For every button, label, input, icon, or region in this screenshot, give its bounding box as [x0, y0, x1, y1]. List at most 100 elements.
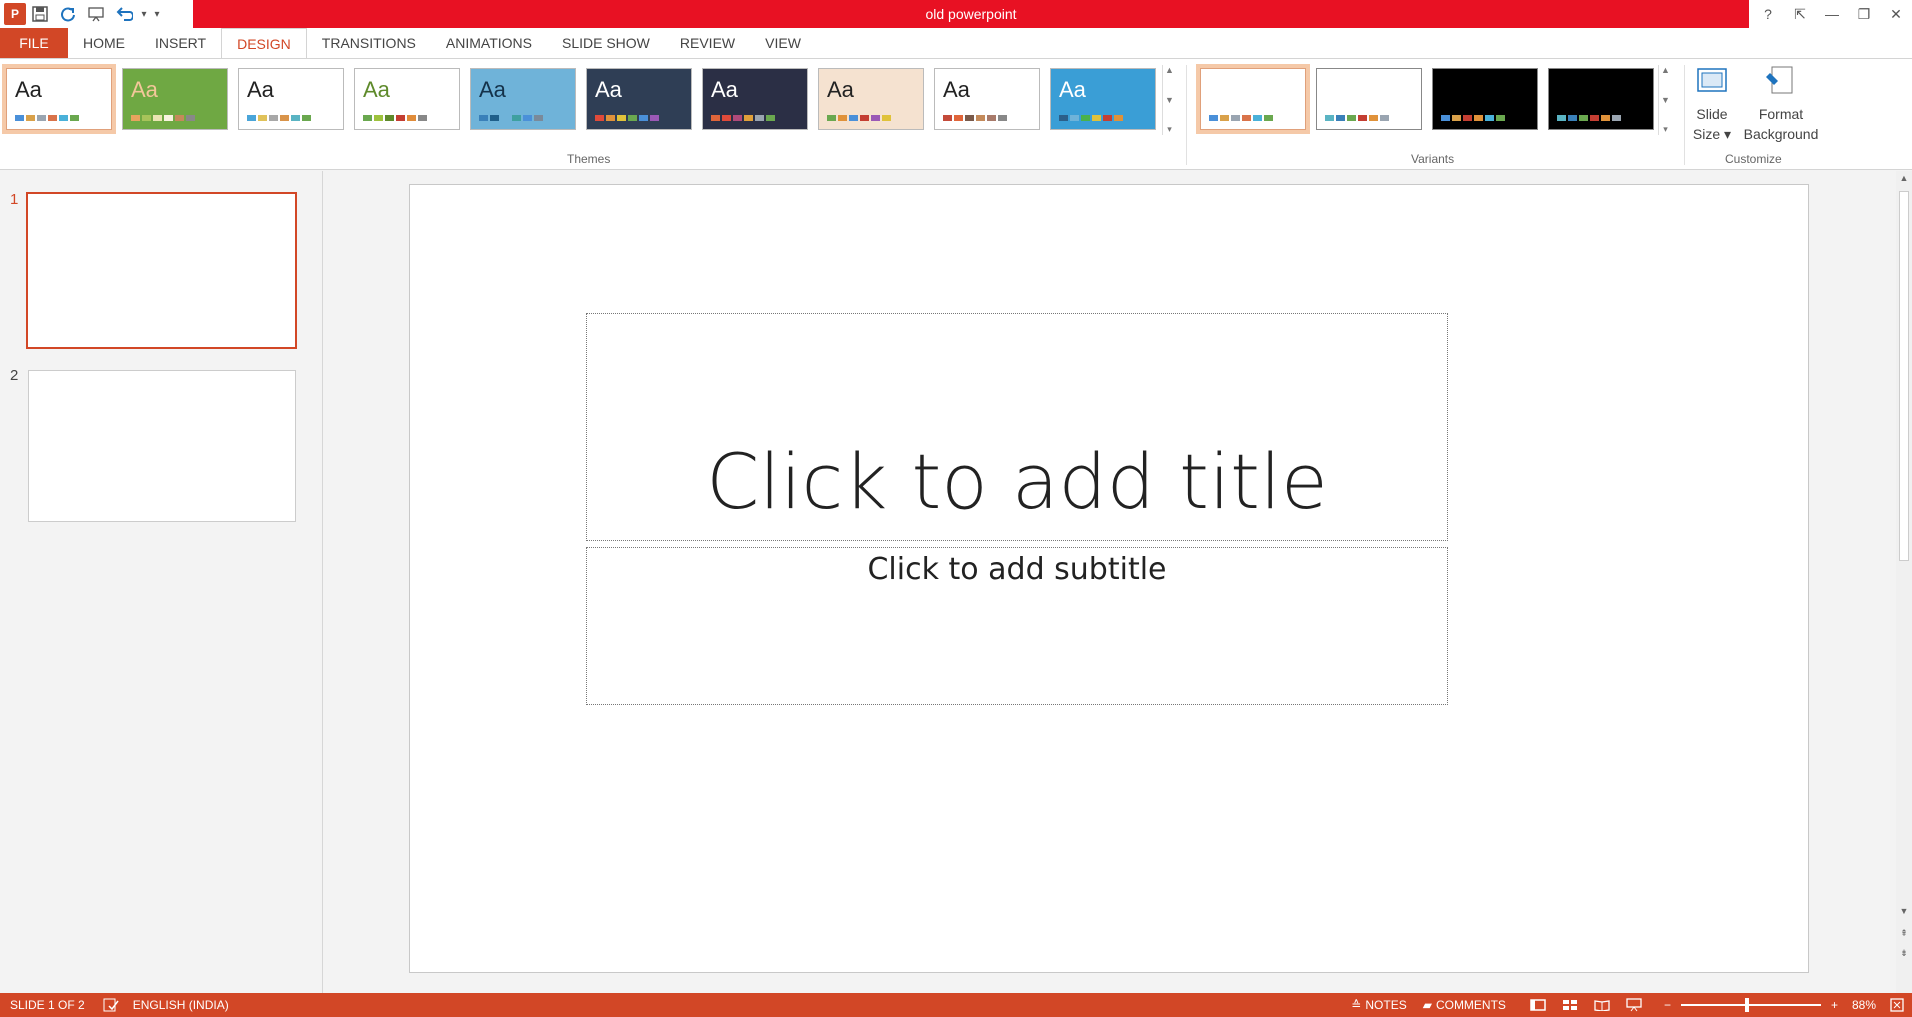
variants-gallery-scroll[interactable]: ▲ ▼ ▾: [1658, 65, 1672, 135]
color-swatch: [363, 115, 372, 121]
color-swatch: [131, 115, 140, 121]
slide-thumbnail-1[interactable]: [26, 192, 297, 349]
theme-thumbnail[interactable]: Aa: [122, 68, 228, 130]
undo-icon[interactable]: [110, 2, 138, 26]
scroll-up-icon[interactable]: ▲: [1661, 65, 1670, 75]
scroll-down-icon[interactable]: ▼: [1165, 95, 1174, 105]
next-slide-icon[interactable]: ⇟: [1896, 948, 1912, 959]
tab-file[interactable]: FILE: [0, 28, 68, 58]
slide-counter[interactable]: SLIDE 1 OF 2: [10, 998, 85, 1012]
theme-thumbnail[interactable]: Aa: [586, 68, 692, 130]
theme-thumbnail[interactable]: Aa: [702, 68, 808, 130]
fit-slide-to-window-icon[interactable]: [1890, 998, 1904, 1012]
color-swatch: [650, 115, 659, 121]
zoom-slider[interactable]: [1675, 998, 1827, 1012]
ribbon-display-options-icon[interactable]: ⇱: [1784, 0, 1816, 28]
powerpoint-app-icon[interactable]: P: [4, 3, 26, 25]
color-swatch: [711, 115, 720, 121]
theme-thumbnail[interactable]: Aa: [818, 68, 924, 130]
theme-thumbnail[interactable]: Aa: [470, 68, 576, 130]
scroll-up-icon[interactable]: ▲: [1896, 173, 1912, 183]
color-swatches: [595, 115, 661, 121]
theme-thumbnail[interactable]: Aa: [1050, 68, 1156, 130]
themes-gallery: Aa Aa Aa Aa Aa Aa Aa Aa Aa Aa: [2, 64, 1166, 134]
slide-show-view-icon[interactable]: [1626, 998, 1642, 1012]
color-swatch: [418, 115, 427, 121]
variant-thumbnail[interactable]: [1432, 68, 1538, 130]
theme-sample-text: Aa: [479, 77, 506, 102]
group-separator: [1684, 65, 1685, 165]
color-swatches: [827, 115, 893, 121]
help-icon[interactable]: ?: [1752, 0, 1784, 28]
restore-icon[interactable]: ❐: [1848, 0, 1880, 28]
slide-editor: Click to add title Click to add subtitle: [324, 171, 1896, 993]
tab-design[interactable]: DESIGN: [221, 28, 307, 59]
variant-thumbnail[interactable]: [1196, 64, 1310, 134]
slide-sorter-view-icon[interactable]: [1562, 999, 1578, 1011]
theme-thumbnail[interactable]: Aa: [354, 68, 460, 130]
color-swatch: [1557, 115, 1566, 121]
tab-transitions[interactable]: TRANSITIONS: [307, 28, 431, 58]
color-swatch: [838, 115, 847, 121]
scroll-down-icon[interactable]: ▼: [1896, 906, 1912, 916]
zoom-level[interactable]: 88%: [1852, 998, 1876, 1012]
color-swatch: [744, 115, 753, 121]
tab-view[interactable]: VIEW: [750, 28, 816, 58]
previous-slide-icon[interactable]: ⇞: [1896, 928, 1912, 939]
theme-thumbnail[interactable]: Aa: [238, 68, 344, 130]
theme-sample-text: Aa: [595, 77, 622, 102]
language-indicator[interactable]: ENGLISH (INDIA): [133, 998, 229, 1012]
theme-sample-text: Aa: [131, 77, 158, 102]
color-swatch: [269, 115, 278, 121]
tab-slide-show[interactable]: SLIDE SHOW: [547, 28, 665, 58]
slide-thumbnail-2[interactable]: [28, 370, 296, 522]
normal-view-icon[interactable]: [1530, 999, 1546, 1011]
tab-home[interactable]: HOME: [68, 28, 140, 58]
subtitle-placeholder[interactable]: Click to add subtitle: [586, 547, 1448, 705]
color-swatch: [1242, 115, 1251, 121]
gallery-more-icon[interactable]: ▾: [1167, 124, 1172, 135]
variant-thumbnail[interactable]: [1316, 68, 1422, 130]
zoom-slider-knob[interactable]: [1744, 998, 1749, 1012]
color-swatch: [1347, 115, 1356, 121]
slide-size-button[interactable]: Slide Size ▾: [1691, 65, 1733, 144]
comments-button[interactable]: ▰ COMMENTS: [1423, 998, 1506, 1012]
themes-gallery-scroll[interactable]: ▲ ▼ ▾: [1162, 65, 1176, 135]
zoom-slider-track[interactable]: [1680, 998, 1821, 1012]
quick-access-toolbar: P ▾ ▾: [0, 0, 164, 28]
format-background-button[interactable]: Format Background: [1740, 65, 1822, 144]
notes-button[interactable]: ≙ NOTES: [1351, 998, 1406, 1012]
format-background-label-2: Background: [1743, 126, 1819, 142]
scroll-down-icon[interactable]: ▼: [1661, 95, 1670, 105]
color-swatch: [1253, 115, 1262, 121]
color-swatch: [1325, 115, 1334, 121]
reading-view-icon[interactable]: [1594, 999, 1610, 1011]
tab-insert[interactable]: INSERT: [140, 28, 221, 58]
color-swatch: [1474, 115, 1483, 121]
repeat-icon[interactable]: [54, 2, 82, 26]
theme-thumbnail[interactable]: Aa: [934, 68, 1040, 130]
customize-qat-icon[interactable]: ▾: [150, 2, 164, 26]
scrollbar-thumb[interactable]: [1899, 191, 1909, 561]
title-bar: P ▾ ▾ old powerpoint ? ⇱ — ❐ ✕: [0, 0, 1912, 28]
color-swatch: [142, 115, 151, 121]
spell-check-icon[interactable]: [103, 998, 119, 1012]
minimize-icon[interactable]: —: [1816, 0, 1848, 28]
undo-dropdown-icon[interactable]: ▾: [138, 2, 150, 26]
theme-thumbnail[interactable]: Aa: [2, 64, 116, 134]
scroll-up-icon[interactable]: ▲: [1165, 65, 1174, 75]
color-swatch: [1380, 115, 1389, 121]
close-icon[interactable]: ✕: [1880, 0, 1912, 28]
tab-review[interactable]: REVIEW: [665, 28, 750, 58]
save-icon[interactable]: [26, 2, 54, 26]
zoom-in-button[interactable]: +: [1831, 998, 1838, 1012]
zoom-out-button[interactable]: −: [1664, 998, 1671, 1012]
start-from-beginning-icon[interactable]: [82, 2, 110, 26]
gallery-more-icon[interactable]: ▾: [1663, 124, 1668, 135]
variant-thumbnail[interactable]: [1548, 68, 1654, 130]
color-swatch: [606, 115, 615, 121]
color-swatch: [1059, 115, 1068, 121]
vertical-scrollbar[interactable]: ▲ ▼ ⇞ ⇟: [1896, 171, 1912, 993]
title-placeholder[interactable]: Click to add title: [586, 313, 1448, 541]
tab-animations[interactable]: ANIMATIONS: [431, 28, 547, 58]
